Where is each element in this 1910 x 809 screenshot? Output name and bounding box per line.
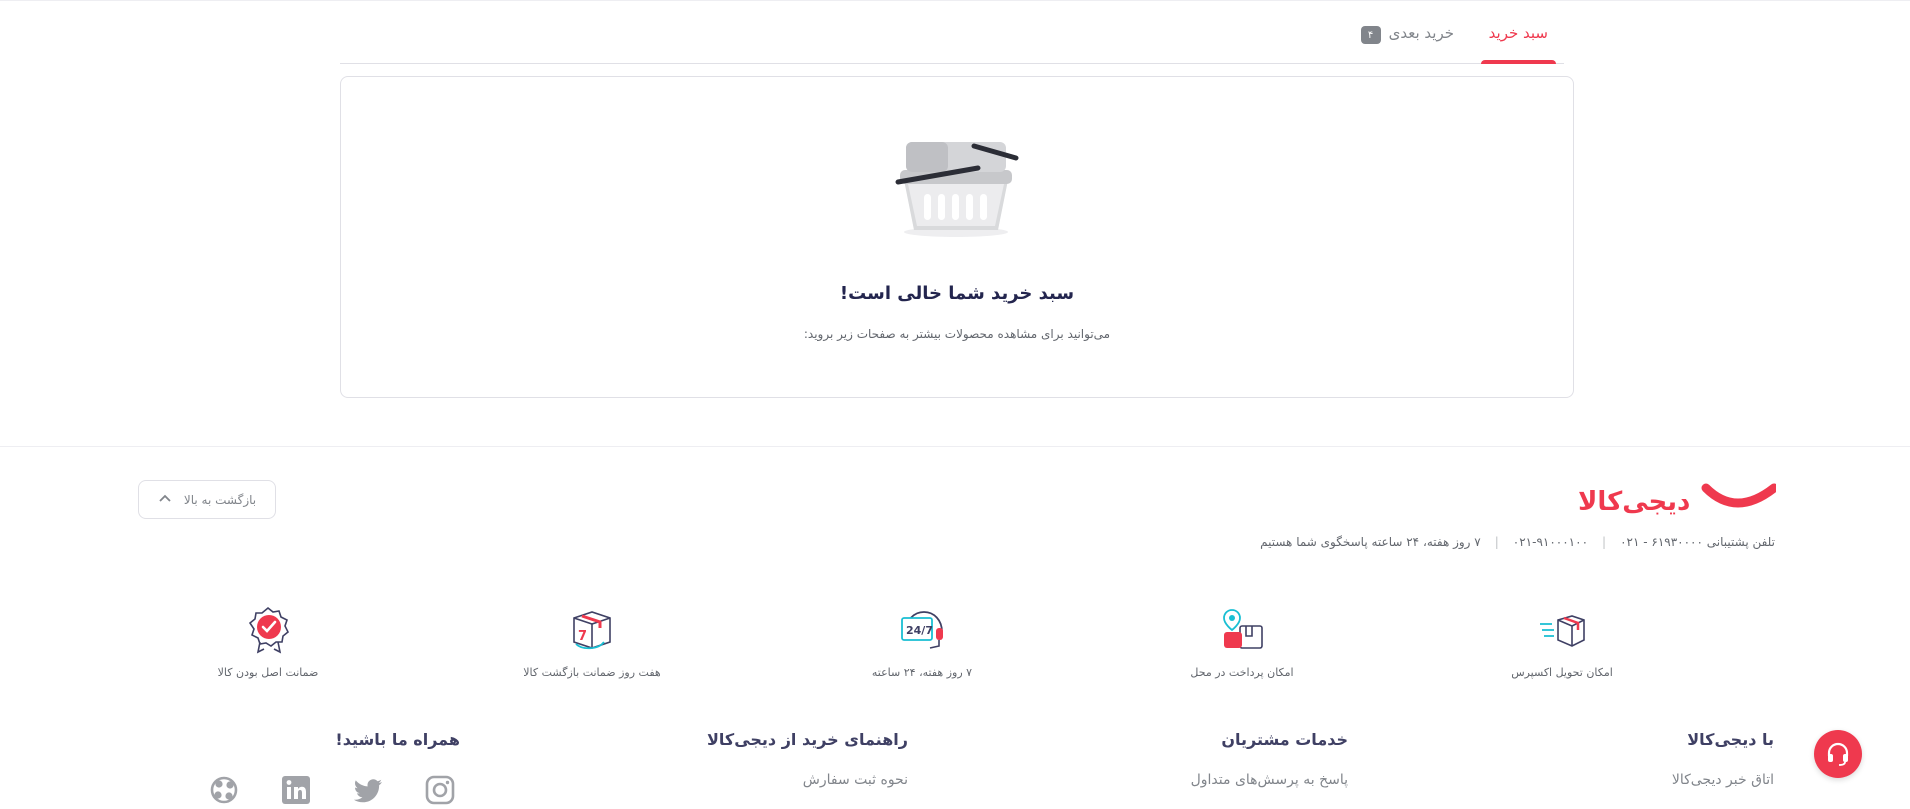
tab-next-purchase-label: خرید بعدی — [1388, 24, 1454, 42]
column-title-shopping-guide: راهنمای خرید از دیجی‌کالا — [706, 730, 908, 749]
empty-cart-panel: سبد خرید شما خالی است! می‌توانید برای مش… — [340, 76, 1574, 398]
back-to-top-button[interactable]: بازگشت به بالا — [138, 480, 276, 519]
feature-label: ضمانت اصل بودن کالا — [217, 666, 319, 679]
cart-tabs: سبد خرید خرید بعدی ۴ — [340, 0, 1564, 64]
feature-express-delivery: امکان تحویل اکسپرس — [1462, 606, 1662, 679]
back-to-top-label: بازگشت به بالا — [183, 492, 257, 507]
feature-label: ۷ روز هفته، ۲۴ ساعته — [871, 666, 973, 679]
express-delivery-icon — [1540, 615, 1585, 647]
column-title-customer-service: خدمات مشتریان — [1221, 730, 1348, 749]
svg-text:24/7: 24/7 — [906, 624, 933, 637]
empty-cart-subtitle: می‌توانید برای مشاهده محصولات بیشتر به ص… — [803, 327, 1111, 341]
feature-label: امکان پرداخت در محل — [1190, 666, 1294, 679]
social-links — [208, 774, 456, 806]
support-hours: ۷ روز هفته، ۲۴ ساعته پاسخگوی شما هستیم — [1260, 535, 1481, 549]
column-title-follow-us: همراه ما باشید! — [335, 730, 460, 749]
original-guarantee-icon — [248, 606, 290, 654]
contact-info: تلفن پشتیبانی ۶۱۹۳۰۰۰۰ - ۰۲۱ | ۰۲۱-۹۱۰۰۰… — [1260, 535, 1775, 549]
link-newsroom[interactable]: اتاق خبر دیجی‌کالا — [1672, 772, 1774, 788]
cash-on-delivery-icon — [1223, 609, 1263, 649]
feature-24-7-support: 24/7 ۷ روز هفته، ۲۴ ساعته — [822, 606, 1022, 679]
alt-phone: ۰۲۱-۹۱۰۰۰۱۰۰ — [1512, 535, 1589, 549]
separator: | — [1494, 535, 1499, 549]
tab-cart[interactable]: سبد خرید — [1480, 24, 1557, 64]
link-faq[interactable]: پاسخ به پرسش‌های متداول — [1191, 772, 1348, 788]
features-row: امکان تحویل اکسپرس امکان پرداخت در محل 2… — [196, 606, 1696, 679]
aparat-icon[interactable] — [208, 774, 240, 806]
linkedin-icon[interactable] — [280, 774, 312, 806]
feature-label: هفت روز ضمانت بازگشت کالا — [523, 666, 661, 679]
svg-text:7: 7 — [578, 629, 587, 644]
logo-text: دیجی‌کالا — [1578, 487, 1690, 516]
empty-cart-title: سبد خرید شما خالی است! — [839, 283, 1075, 304]
tab-cart-label: سبد خرید — [1488, 24, 1548, 42]
support-phone: تلفن پشتیبانی ۶۱۹۳۰۰۰۰ - ۰۲۱ — [1620, 535, 1775, 549]
chevron-up-icon — [158, 491, 172, 509]
support-chat-button[interactable] — [1814, 730, 1862, 778]
tab-next-purchase[interactable]: خرید بعدی ۴ — [1360, 24, 1454, 64]
twitter-icon[interactable] — [352, 774, 384, 806]
link-order-guide[interactable]: نحوه ثبت سفارش — [803, 772, 908, 788]
empty-basket-icon — [895, 142, 1019, 237]
support-24-7-icon: 24/7 — [901, 611, 943, 649]
feature-cash-on-delivery: امکان پرداخت در محل — [1142, 606, 1342, 679]
feature-return-guarantee: 7 هفت روز ضمانت بازگشت کالا — [492, 606, 692, 679]
feature-label: امکان تحویل اکسپرس — [1511, 666, 1613, 679]
footer-divider — [0, 446, 1910, 447]
next-purchase-count-badge: ۴ — [1360, 26, 1381, 44]
feature-original-guarantee: ضمانت اصل بودن کالا — [168, 606, 368, 679]
headset-icon — [1827, 742, 1849, 766]
column-title-about: با دیجی‌کالا — [1687, 730, 1774, 749]
digikala-logo[interactable]: دیجی‌کالا — [1576, 480, 1776, 516]
return-guarantee-icon: 7 — [573, 611, 611, 650]
separator: | — [1602, 535, 1607, 549]
instagram-icon[interactable] — [424, 774, 456, 806]
